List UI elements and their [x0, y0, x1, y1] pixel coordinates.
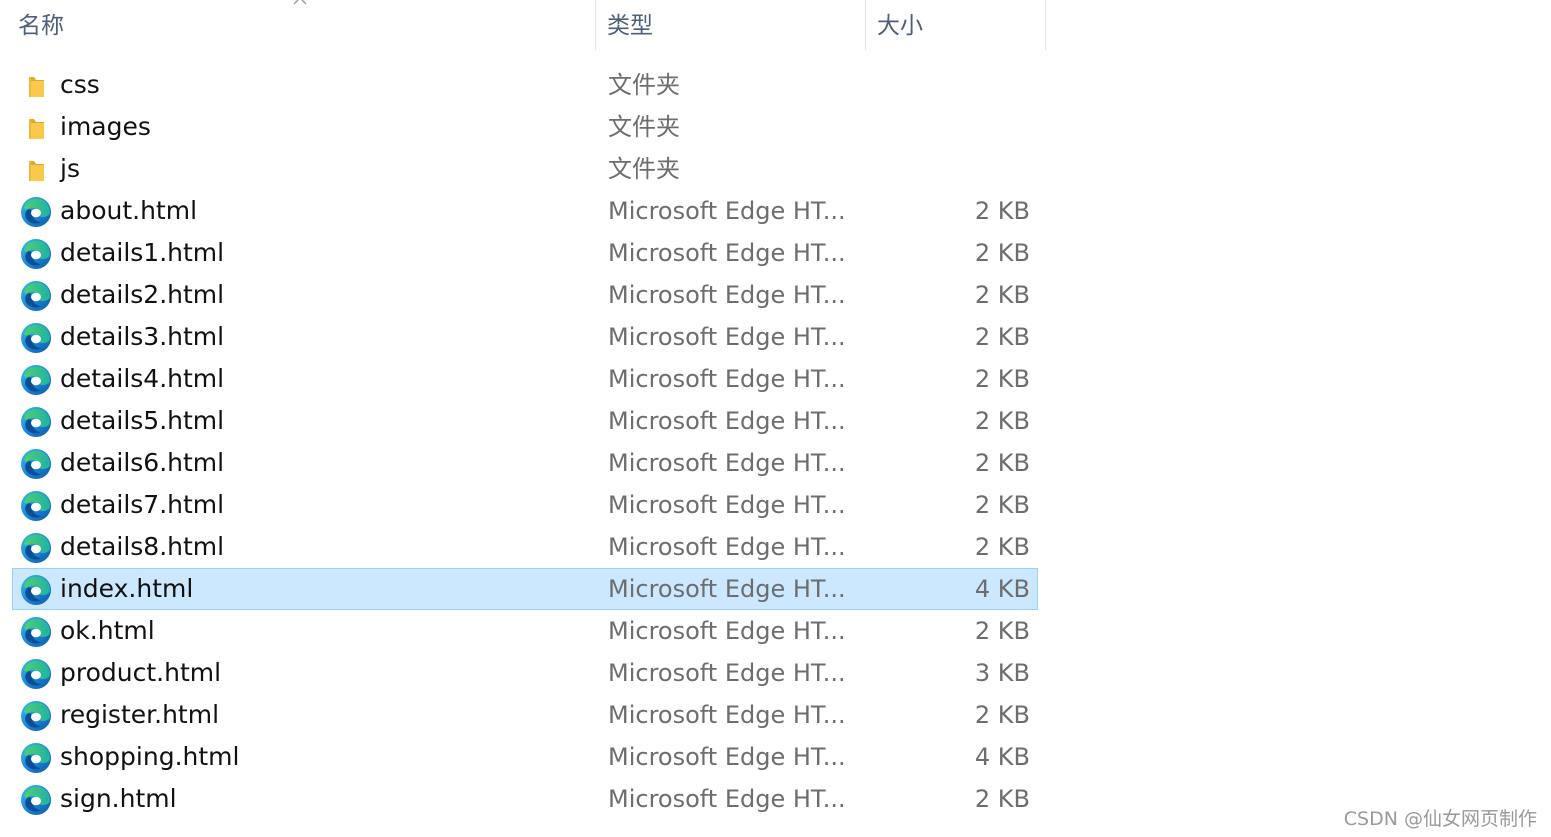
edge-html-icon: [21, 575, 51, 605]
file-size: 2 KB: [974, 365, 1030, 393]
column-header: 名称 类型 大小: [0, 0, 1046, 52]
file-row[interactable]: details5.html Microsoft Edge HT... 2 KB: [12, 400, 1038, 442]
file-name: images: [60, 112, 151, 141]
folder-icon: [29, 77, 44, 97]
file-name: product.html: [60, 658, 222, 687]
file-type: Microsoft Edge HT...: [608, 239, 846, 267]
file-name: details4.html: [60, 364, 225, 393]
file-row[interactable]: ok.html Microsoft Edge HT... 2 KB: [12, 610, 1038, 652]
file-type: Microsoft Edge HT...: [608, 449, 846, 477]
folder-icon: [29, 119, 44, 139]
file-type: Microsoft Edge HT...: [608, 407, 846, 435]
file-size: 2 KB: [974, 281, 1030, 309]
file-row[interactable]: index.html Microsoft Edge HT... 4 KB: [12, 568, 1038, 610]
file-type: Microsoft Edge HT...: [608, 281, 846, 309]
file-type: 文件夹: [608, 71, 680, 99]
file-row[interactable]: details6.html Microsoft Edge HT... 2 KB: [12, 442, 1038, 484]
file-name: details3.html: [60, 322, 225, 351]
file-row[interactable]: shopping.html Microsoft Edge HT... 4 KB: [12, 736, 1038, 778]
file-size: [873, 149, 1030, 189]
file-name: shopping.html: [60, 742, 240, 771]
edge-html-icon: [21, 785, 51, 815]
edge-html-icon: [21, 365, 51, 395]
file-type: Microsoft Edge HT...: [608, 785, 846, 813]
column-divider[interactable]: [865, 0, 866, 50]
file-name: details8.html: [60, 532, 225, 561]
column-header-name[interactable]: 名称: [8, 0, 595, 52]
file-size: [873, 107, 1030, 147]
file-size: [873, 65, 1030, 105]
file-type: Microsoft Edge HT...: [608, 575, 846, 603]
file-size: 3 KB: [974, 659, 1030, 687]
file-row[interactable]: product.html Microsoft Edge HT... 3 KB: [12, 652, 1038, 694]
file-type: Microsoft Edge HT...: [608, 743, 846, 771]
file-size: 2 KB: [974, 701, 1030, 729]
file-row[interactable]: details4.html Microsoft Edge HT... 2 KB: [12, 358, 1038, 400]
file-row[interactable]: css 文件夹: [12, 64, 1038, 106]
edge-html-icon: [21, 323, 51, 353]
column-divider[interactable]: [1045, 0, 1046, 50]
file-name: index.html: [60, 574, 194, 603]
file-row[interactable]: details3.html Microsoft Edge HT... 2 KB: [12, 316, 1038, 358]
file-name: register.html: [60, 700, 220, 729]
edge-html-icon: [21, 197, 51, 227]
edge-html-icon: [21, 533, 51, 563]
edge-html-icon: [21, 281, 51, 311]
watermark: CSDN @仙女网页制作: [1343, 808, 1537, 830]
edge-html-icon: [21, 407, 51, 437]
file-row[interactable]: js 文件夹: [12, 148, 1038, 190]
file-type: Microsoft Edge HT...: [608, 323, 846, 351]
folder-icon: [29, 161, 44, 181]
file-type: 文件夹: [608, 155, 680, 183]
file-size: 2 KB: [974, 323, 1030, 351]
edge-html-icon: [21, 491, 51, 521]
file-type: Microsoft Edge HT...: [608, 701, 846, 729]
file-size: 2 KB: [974, 533, 1030, 561]
file-name: details7.html: [60, 490, 225, 519]
file-type: Microsoft Edge HT...: [608, 197, 846, 225]
file-row[interactable]: details8.html Microsoft Edge HT... 2 KB: [12, 526, 1038, 568]
edge-html-icon: [21, 239, 51, 269]
file-name: ok.html: [60, 616, 155, 645]
file-name: js: [60, 154, 80, 183]
file-type: 文件夹: [608, 113, 680, 141]
file-type: Microsoft Edge HT...: [608, 365, 846, 393]
file-type: Microsoft Edge HT...: [608, 491, 846, 519]
file-size: 2 KB: [974, 617, 1030, 645]
file-name: details1.html: [60, 238, 225, 267]
edge-html-icon: [21, 743, 51, 773]
edge-html-icon: [21, 617, 51, 647]
column-header-type[interactable]: 类型: [597, 0, 865, 52]
file-row[interactable]: details2.html Microsoft Edge HT... 2 KB: [12, 274, 1038, 316]
file-name: sign.html: [60, 784, 177, 813]
file-size: 2 KB: [974, 239, 1030, 267]
file-row[interactable]: about.html Microsoft Edge HT... 2 KB: [12, 190, 1038, 232]
file-size: 2 KB: [974, 449, 1030, 477]
column-divider[interactable]: [595, 0, 596, 50]
column-header-size[interactable]: 大小: [867, 0, 1045, 52]
file-size: 4 KB: [974, 743, 1030, 771]
file-type: Microsoft Edge HT...: [608, 617, 846, 645]
file-row[interactable]: images 文件夹: [12, 106, 1038, 148]
edge-html-icon: [21, 449, 51, 479]
file-size: 2 KB: [974, 491, 1030, 519]
file-explorer-list: 名称 类型 大小 css 文件夹 images 文件夹 js 文件夹 about…: [0, 0, 1551, 837]
file-row[interactable]: details7.html Microsoft Edge HT... 2 KB: [12, 484, 1038, 526]
file-row[interactable]: sign.html Microsoft Edge HT... 2 KB: [12, 778, 1038, 820]
file-name: details2.html: [60, 280, 225, 309]
edge-html-icon: [21, 659, 51, 689]
file-row[interactable]: register.html Microsoft Edge HT... 2 KB: [12, 694, 1038, 736]
edge-html-icon: [21, 701, 51, 731]
file-size: 4 KB: [974, 575, 1030, 603]
file-size: 2 KB: [974, 785, 1030, 813]
file-type: Microsoft Edge HT...: [608, 533, 846, 561]
file-row[interactable]: details1.html Microsoft Edge HT... 2 KB: [12, 232, 1038, 274]
file-size: 2 KB: [974, 197, 1030, 225]
file-type: Microsoft Edge HT...: [608, 659, 846, 687]
file-name: about.html: [60, 196, 198, 225]
file-name: details6.html: [60, 448, 225, 477]
file-name: css: [60, 70, 100, 99]
file-name: details5.html: [60, 406, 225, 435]
file-size: 2 KB: [974, 407, 1030, 435]
